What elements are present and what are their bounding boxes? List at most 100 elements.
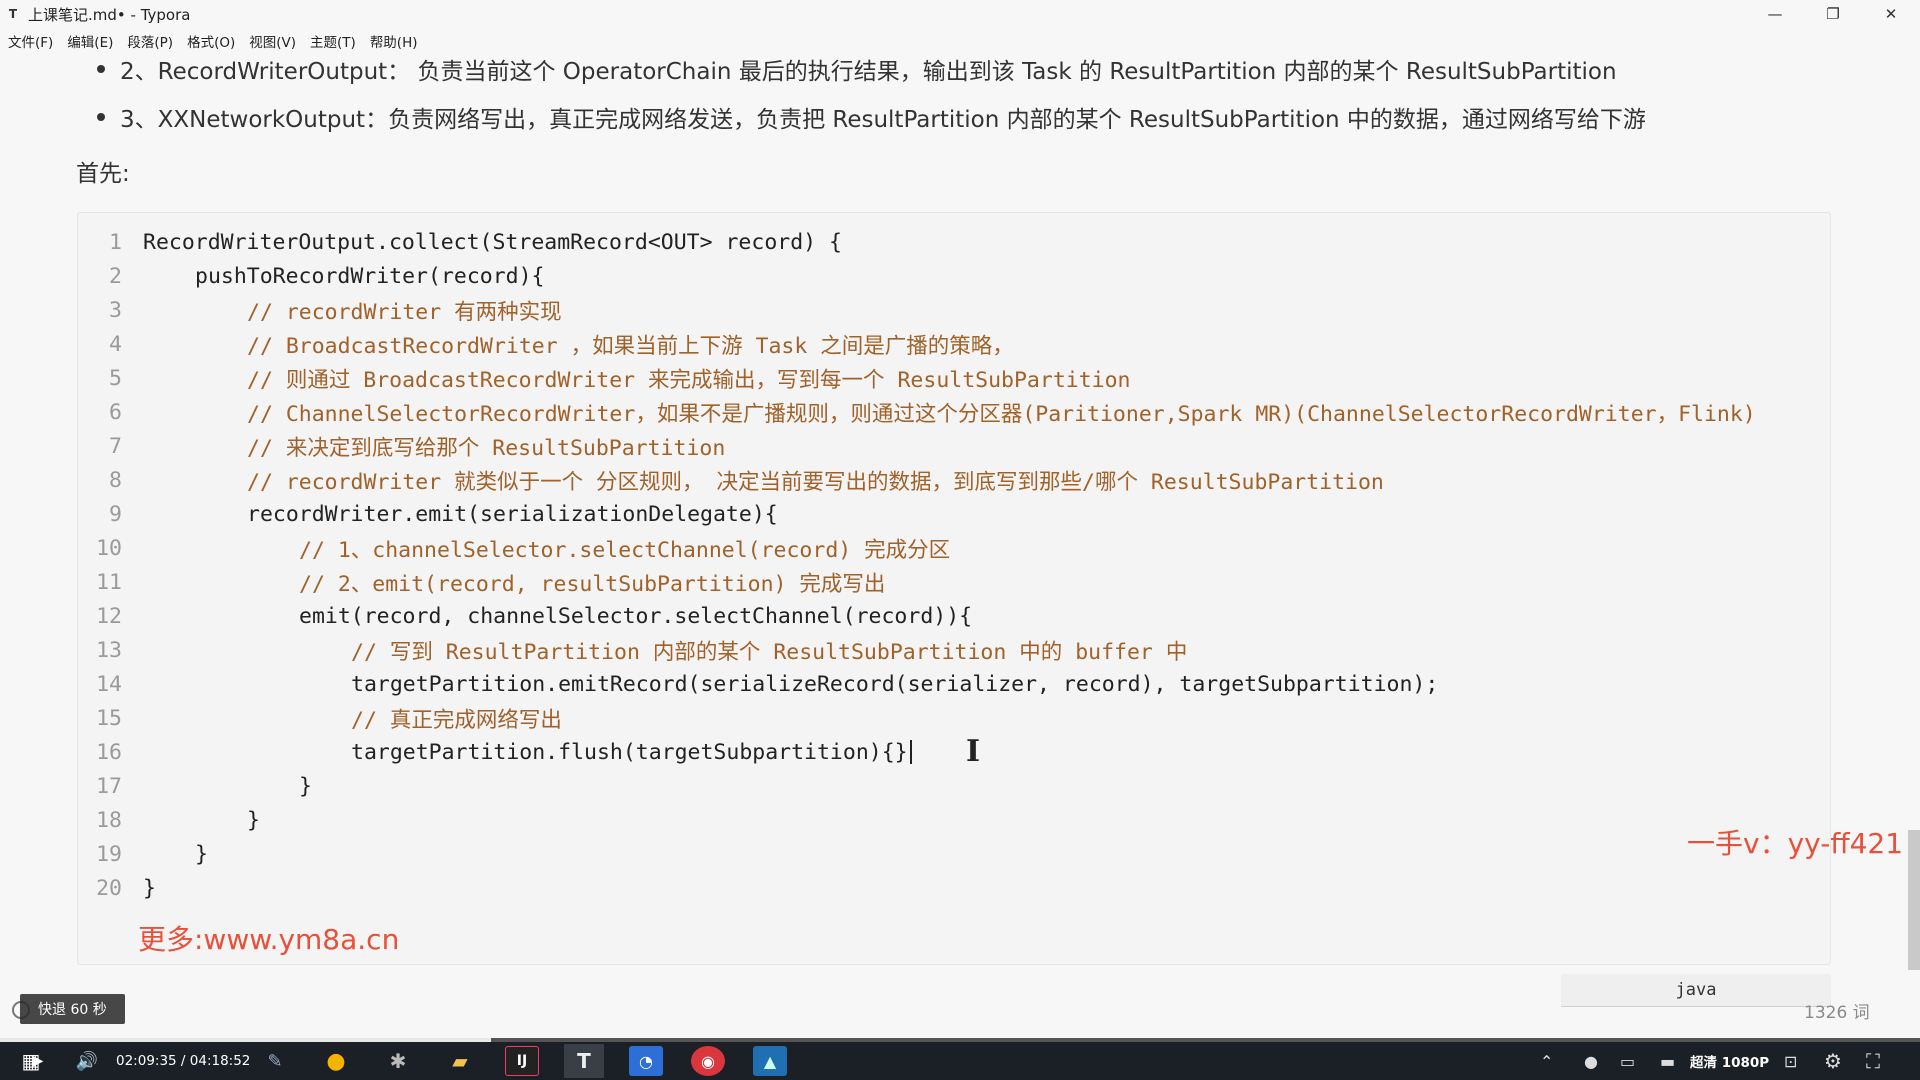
- taskbar-app-feather-icon[interactable]: ✎: [255, 1044, 295, 1078]
- resolution-button[interactable]: 超清 1080P: [1690, 1044, 1769, 1078]
- taskbar-chrome-icon[interactable]: ●: [316, 1044, 356, 1078]
- code-block[interactable]: 1 RecordWriterOutput.collect(StreamRecord…: [77, 212, 1831, 965]
- code-line[interactable]: 10 // 1、channelSelector.selectChannel(rec…: [78, 531, 950, 565]
- list-item[interactable]: 3、XXNetworkOutput：负责网络写出，真正完成网络发送，负责把 Re…: [97, 100, 1646, 134]
- list-item-text: 3、XXNetworkOutput：负责网络写出，真正完成网络发送，负责把 Re…: [120, 107, 1646, 133]
- code-line[interactable]: 13 // 写到 ResultPartition 内部的某个 ResultSubP…: [78, 633, 1187, 667]
- line-number: 20: [96, 875, 122, 901]
- mouse-ibeam-cursor: I: [966, 734, 981, 769]
- code-comment: // 写到 ResultPartition 内部的某个 ResultSubPar…: [351, 639, 1188, 665]
- line-number: 18: [96, 807, 122, 833]
- line-number: 8: [109, 467, 122, 493]
- document-area[interactable]: 2、RecordWriterOutput： 负责当前这个 OperatorCha…: [0, 50, 1908, 1030]
- fullscreen-icon[interactable]: ⛶: [1866, 1044, 1880, 1078]
- taskbar-folder-icon[interactable]: ▰: [440, 1044, 480, 1078]
- typora-window: T 上课笔记.md• - Typora — ❐ ✕ 文件(F) 编辑(E) 段落…: [0, 0, 1920, 1080]
- paragraph[interactable]: 首先:: [76, 154, 130, 188]
- taskbar-netease-music-icon[interactable]: ◉: [688, 1044, 728, 1078]
- code-line[interactable]: 8 // recordWriter 就类似于一个 分区规则， 决定当前要写出的数据…: [78, 463, 1384, 497]
- taskbar-typora-icon[interactable]: T: [564, 1044, 604, 1078]
- taskbar-intellij-icon[interactable]: IJ: [502, 1044, 542, 1078]
- code-comment: // BroadcastRecordWriter ，如果当前上下游 Task 之…: [247, 333, 1014, 359]
- taskbar-app-blue-icon[interactable]: ◔: [626, 1044, 666, 1078]
- line-number: 1: [109, 229, 122, 255]
- line-number: 13: [96, 637, 122, 663]
- watermark-site: 更多:www.ym8a.cn: [138, 923, 400, 956]
- rewind-badge: 快退 60 秒: [20, 994, 125, 1024]
- code-line[interactable]: 5 // 则通过 BroadcastRecordWriter 来完成输出，写到每一…: [78, 361, 1130, 395]
- settings-gear-icon[interactable]: ⚙: [1824, 1044, 1842, 1078]
- code-line[interactable]: 1 RecordWriterOutput.collect(StreamRecord…: [78, 225, 842, 259]
- code-comment: // 2、emit(record, resultSubPartition) 完成…: [299, 571, 886, 597]
- taskbar-photo-app-icon[interactable]: ▲: [750, 1044, 790, 1078]
- bullet-dot: [97, 113, 105, 121]
- line-number: 12: [96, 603, 122, 629]
- list-item[interactable]: 2、RecordWriterOutput： 负责当前这个 OperatorCha…: [97, 52, 1617, 86]
- word-count[interactable]: 1326 词: [1804, 998, 1870, 1023]
- typora-app-icon: T: [8, 7, 18, 21]
- code-line[interactable]: 3 // recordWriter 有两种实现: [78, 293, 562, 327]
- code-line[interactable]: 14 targetPartition.emitRecord(serializeRe…: [78, 667, 1438, 701]
- code-comment: // 1、channelSelector.selectChannel(recor…: [299, 537, 951, 563]
- code-text: }: [195, 841, 208, 867]
- tray-screenshot-icon[interactable]: ⊡: [1784, 1044, 1797, 1078]
- code-line[interactable]: 2 pushToRecordWriter(record){: [78, 259, 545, 293]
- line-number: 11: [96, 569, 122, 595]
- code-line[interactable]: 11 // 2、emit(record, resultSubPartition) …: [78, 565, 885, 599]
- line-number: 17: [96, 773, 122, 799]
- code-line[interactable]: 19}: [78, 837, 208, 871]
- line-number: 7: [109, 433, 122, 459]
- resolution-label: 超清 1080P: [1690, 1055, 1770, 1071]
- line-number: 5: [109, 365, 122, 391]
- line-number: 4: [109, 331, 122, 357]
- code-line[interactable]: 9 recordWriter.emit(serializationDelegate…: [78, 497, 778, 531]
- code-line[interactable]: 17}: [78, 769, 312, 803]
- tray-keyboard-icon[interactable]: ▬: [1660, 1044, 1675, 1078]
- code-line[interactable]: 12 emit(record, channelSelector.selectCha…: [78, 599, 972, 633]
- window-title: 上课笔记.md• - Typora: [28, 5, 191, 24]
- line-number: 9: [109, 501, 122, 527]
- code-line[interactable]: 15 // 真正完成网络写出: [78, 701, 562, 735]
- code-comment: // ChannelSelectorRecordWriter，如果不是广播规则，…: [247, 401, 1756, 427]
- code-text: targetPartition.emitRecord(serializeReco…: [351, 671, 1439, 697]
- line-number: 19: [96, 841, 122, 867]
- play-icon[interactable]: ▶: [28, 1050, 48, 1072]
- tray-monitor-icon[interactable]: ▭: [1620, 1044, 1635, 1078]
- watermark-contact: 一手v：yy-ff421: [1687, 827, 1904, 860]
- code-text: targetPartition.flush(targetSubpartition…: [351, 739, 908, 765]
- tray-chevron-icon[interactable]: ⌃: [1540, 1044, 1553, 1078]
- code-text: }: [299, 773, 312, 799]
- code-text: pushToRecordWriter(record){: [195, 263, 545, 289]
- minimize-button[interactable]: —: [1746, 0, 1804, 28]
- volume-icon[interactable]: 🔊: [72, 1044, 102, 1078]
- code-comment: // recordWriter 有两种实现: [247, 299, 562, 325]
- code-line[interactable]: 4 // BroadcastRecordWriter ，如果当前上下游 Task …: [78, 327, 1014, 361]
- code-line[interactable]: 16 targetPartition.flush(targetSubpartiti…: [78, 735, 912, 769]
- code-line[interactable]: 18}: [78, 803, 260, 837]
- code-language-input[interactable]: java: [1561, 974, 1831, 1007]
- code-comment: // 真正完成网络写出: [351, 707, 562, 733]
- line-number: 14: [96, 671, 122, 697]
- line-number: 2: [109, 263, 122, 289]
- taskbar-app-spoke-icon[interactable]: ✱: [378, 1044, 418, 1078]
- tray-microphone-icon[interactable]: ●: [1584, 1044, 1598, 1078]
- code-text: recordWriter.emit(serializationDelegate)…: [247, 501, 778, 527]
- line-number: 6: [109, 399, 122, 425]
- line-number: 10: [96, 535, 122, 561]
- code-text: emit(record, channelSelector.selectChann…: [299, 603, 973, 629]
- title-bar: T 上课笔记.md• - Typora — ❐ ✕: [0, 0, 1920, 28]
- line-number: 15: [96, 705, 122, 731]
- close-button[interactable]: ✕: [1862, 0, 1920, 28]
- code-text: RecordWriterOutput.collect(StreamRecord<…: [143, 229, 842, 255]
- code-line[interactable]: 7 // 来决定到底写给那个 ResultSubPartition: [78, 429, 725, 463]
- code-line[interactable]: 20}: [78, 871, 156, 905]
- video-time: 02:09:35 / 04:18:52: [116, 1053, 251, 1069]
- code-text: }: [247, 807, 260, 833]
- scrollbar-thumb[interactable]: [1908, 830, 1920, 970]
- restore-button[interactable]: ❐: [1804, 0, 1862, 28]
- text-caret: [909, 740, 912, 764]
- window-controls: — ❐ ✕: [1746, 0, 1920, 28]
- list-item-text: 2、RecordWriterOutput： 负责当前这个 OperatorCha…: [120, 59, 1617, 85]
- code-comment: // 来决定到底写给那个 ResultSubPartition: [247, 435, 726, 461]
- code-line[interactable]: 6 // ChannelSelectorRecordWriter，如果不是广播规则…: [78, 395, 1756, 429]
